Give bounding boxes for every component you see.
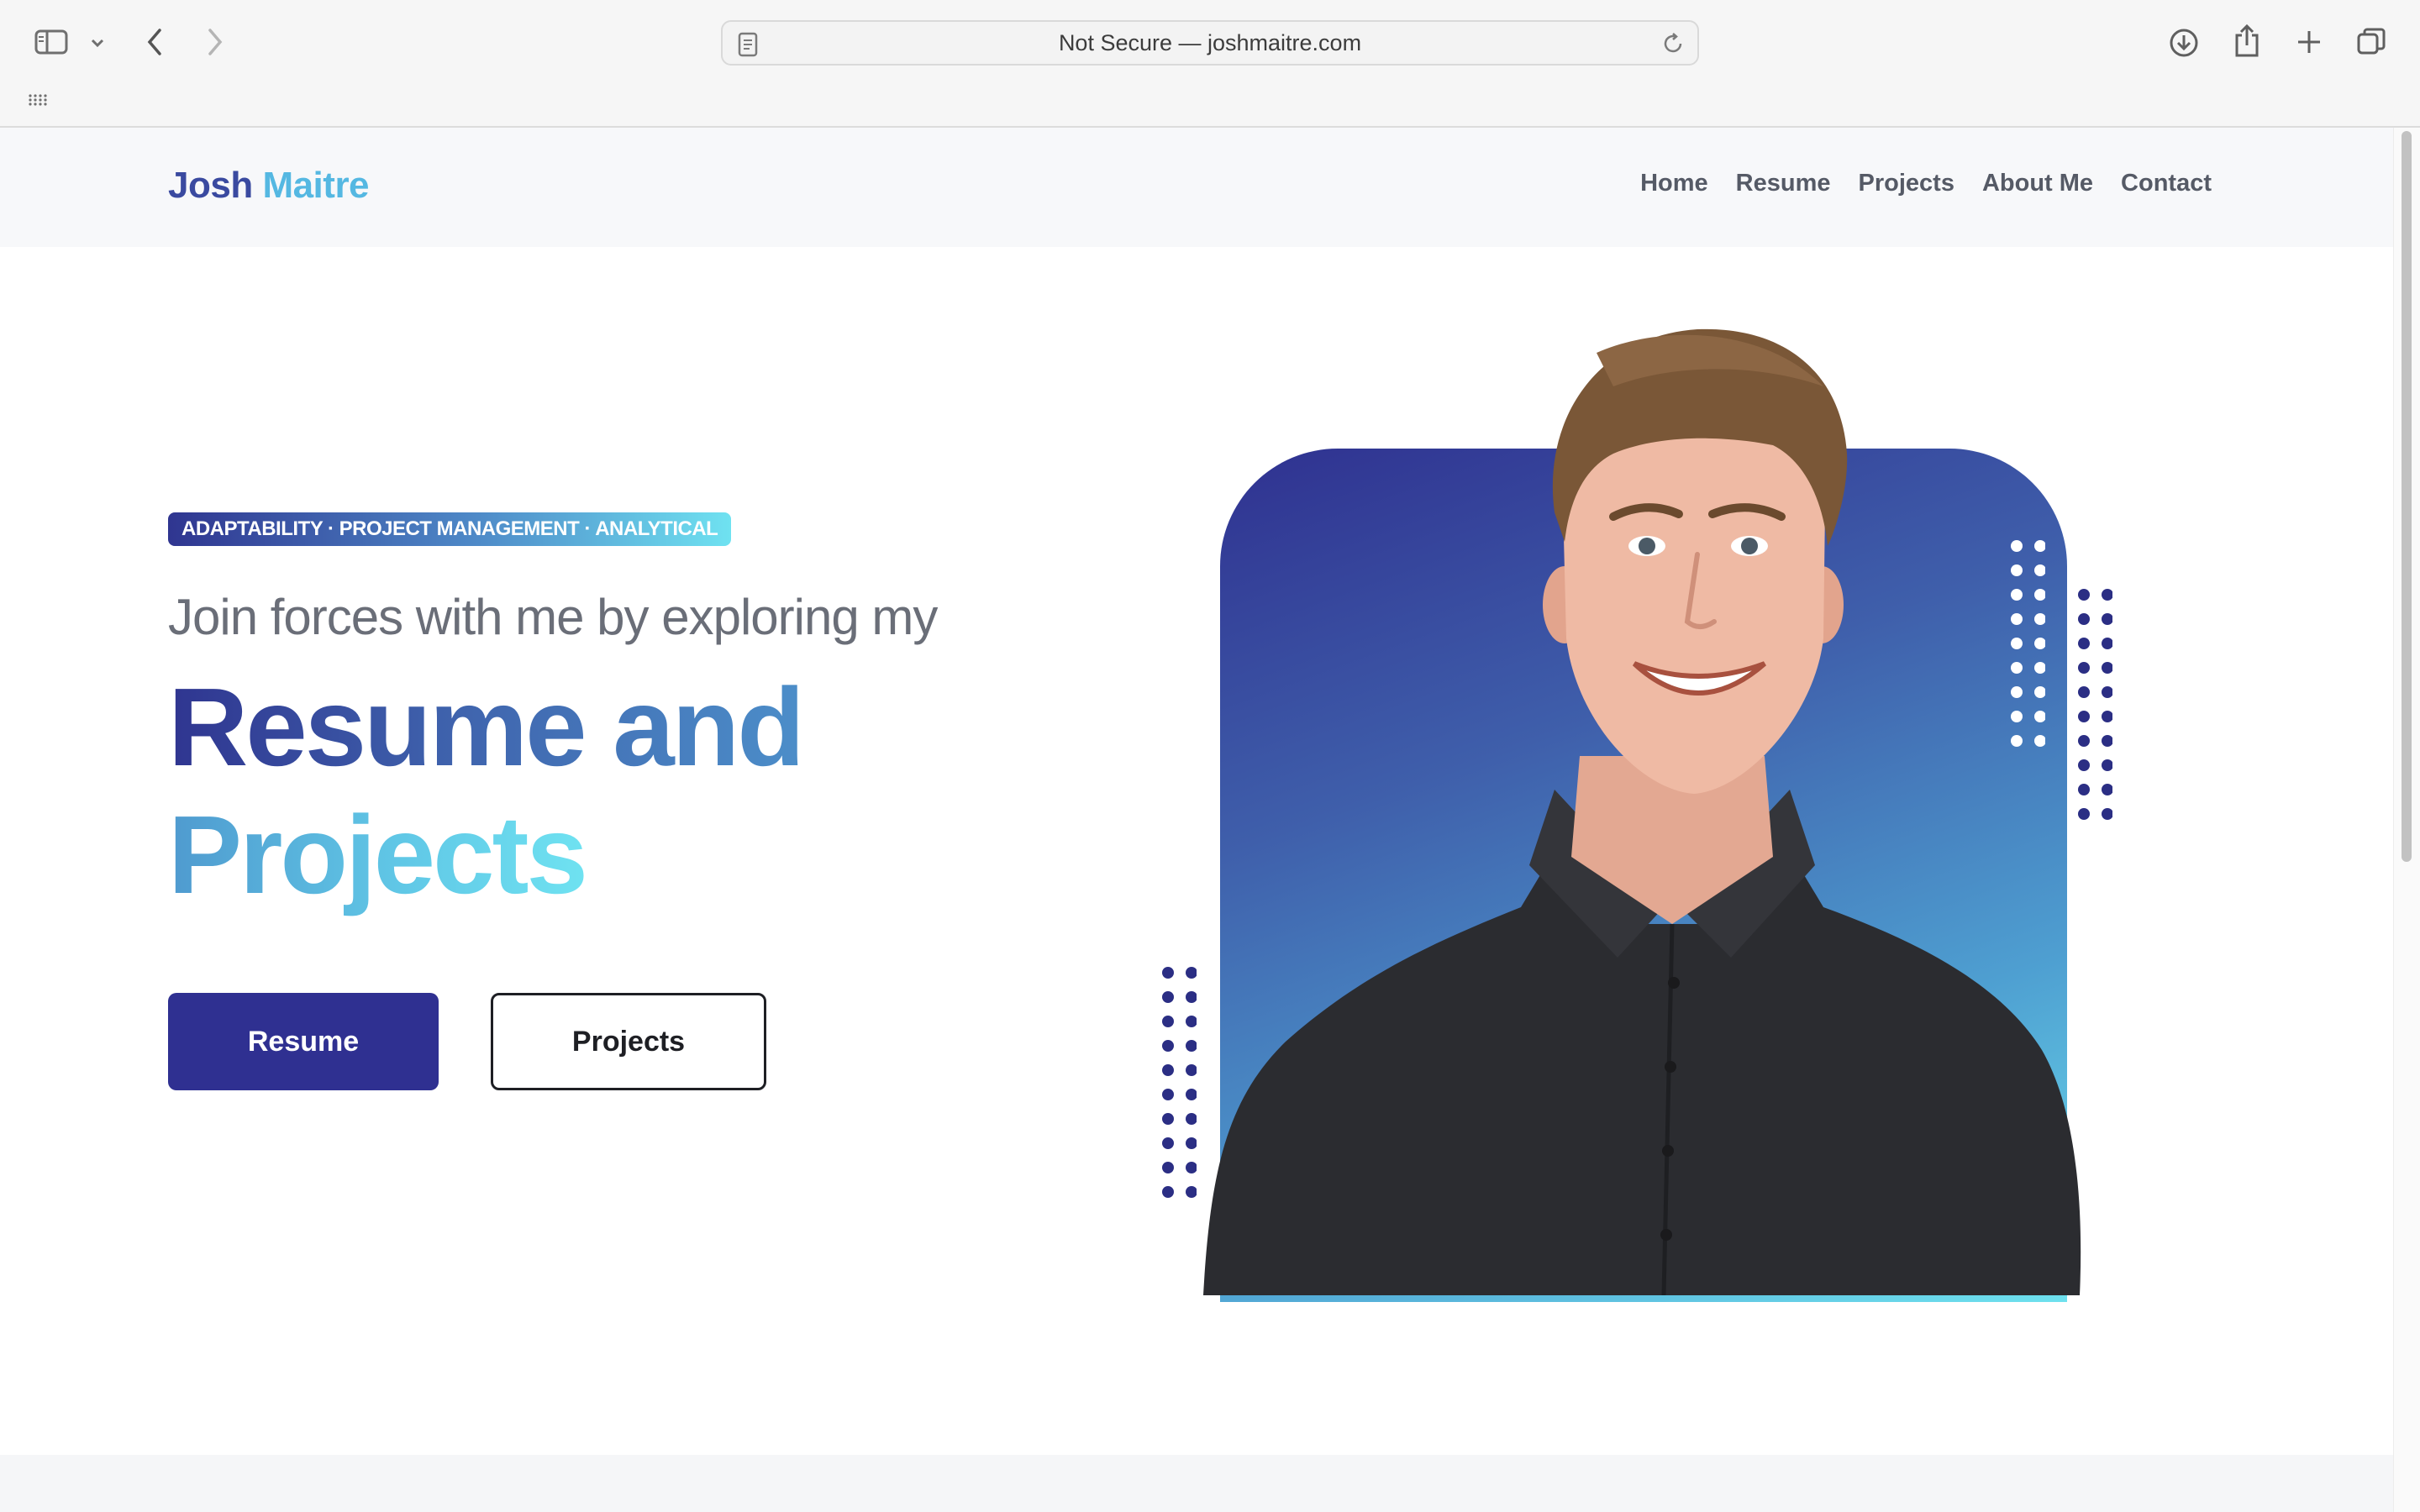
forward-icon[interactable]: [200, 25, 230, 59]
site-header: Josh Maitre Home Resume Projects About M…: [0, 128, 2393, 247]
reload-icon[interactable]: [1660, 31, 1686, 56]
hero-intro: Join forces with me by exploring my: [168, 589, 938, 645]
resume-button[interactable]: Resume: [168, 993, 439, 1090]
headline-line-2: Projects: [168, 793, 588, 916]
back-icon[interactable]: [139, 25, 170, 59]
main-nav: Home Resume Projects About Me Contact: [1640, 170, 2212, 197]
nav-projects[interactable]: Projects: [1859, 170, 1954, 197]
chevron-down-icon[interactable]: [87, 34, 108, 52]
new-tab-icon[interactable]: [2292, 25, 2326, 59]
hero-headline: Resume and Projects: [168, 664, 805, 919]
nav-resume[interactable]: Resume: [1736, 170, 1831, 197]
logo-last-name: Maitre: [262, 165, 370, 206]
projects-button[interactable]: Projects: [491, 993, 766, 1090]
hero-photo: [1160, 319, 2134, 1302]
browser-toolbar: Not Secure — joshmaitre.com: [0, 0, 2420, 128]
address-bar[interactable]: Not Secure — joshmaitre.com: [721, 20, 1699, 66]
site-logo[interactable]: Josh Maitre: [168, 165, 370, 207]
portrait-illustration: [1203, 328, 2081, 1296]
grid-icon[interactable]: [27, 91, 49, 109]
skills-tagline: ADAPTABILITY · PROJECT MANAGEMENT · ANAL…: [168, 512, 732, 546]
download-icon[interactable]: [2166, 25, 2202, 60]
sidebar-icon[interactable]: [32, 27, 71, 57]
nav-home[interactable]: Home: [1640, 170, 1708, 197]
scrollbar-thumb[interactable]: [2402, 131, 2412, 862]
share-icon[interactable]: [2230, 22, 2264, 60]
url-text: Not Secure — joshmaitre.com: [1058, 29, 1362, 55]
next-section-edge: [0, 1455, 2393, 1512]
nav-contact[interactable]: Contact: [2121, 170, 2212, 197]
tabs-overview-icon[interactable]: [2354, 25, 2388, 59]
nav-about-me[interactable]: About Me: [1982, 170, 2093, 197]
logo-first-name: Josh: [168, 165, 253, 206]
headline-line-1: Resume and: [168, 665, 805, 789]
